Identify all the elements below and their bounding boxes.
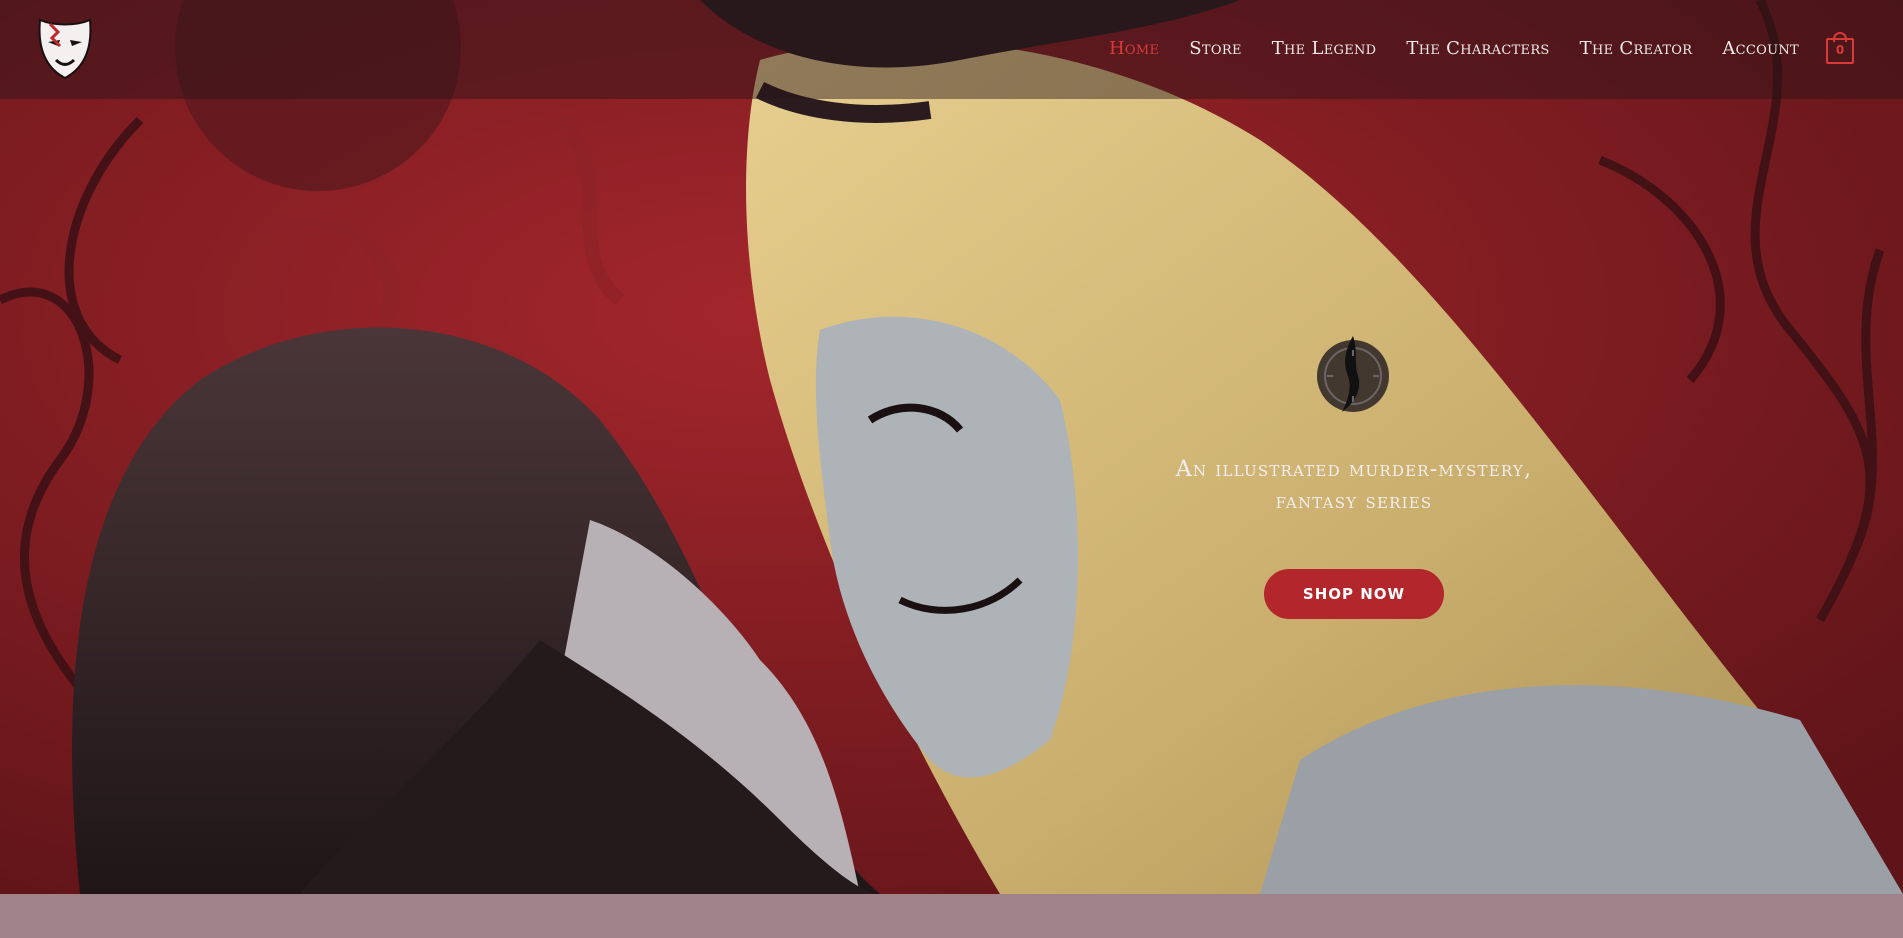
- cart-count: 0: [1835, 43, 1845, 57]
- crest-emblem-icon: [1317, 336, 1389, 412]
- section-divider-band: [0, 894, 1903, 938]
- tagline-line-1: An illustrated murder-mystery,: [1175, 457, 1533, 482]
- nav-the-creator[interactable]: The Creator: [1580, 38, 1693, 59]
- nav-home[interactable]: Home: [1109, 38, 1159, 59]
- hero-tagline: An illustrated murder-mystery, fantasy s…: [1130, 454, 1578, 518]
- shop-now-button[interactable]: SHOP NOW: [1264, 569, 1444, 619]
- hero-illustration: [0, 0, 1903, 894]
- nav-the-legend[interactable]: The Legend: [1272, 38, 1377, 59]
- main-nav: Home Store The Legend The Characters The…: [1109, 38, 1799, 59]
- nav-account[interactable]: Account: [1722, 38, 1799, 59]
- nav-the-characters[interactable]: The Characters: [1406, 38, 1549, 59]
- cart-button[interactable]: 0: [1826, 32, 1854, 64]
- tagline-line-2: fantasy series: [1275, 489, 1433, 514]
- nav-store[interactable]: Store: [1189, 38, 1241, 59]
- hero-section: [0, 0, 1903, 894]
- site-header: Home Store The Legend The Characters The…: [0, 0, 1903, 99]
- theater-mask-icon[interactable]: [36, 16, 94, 82]
